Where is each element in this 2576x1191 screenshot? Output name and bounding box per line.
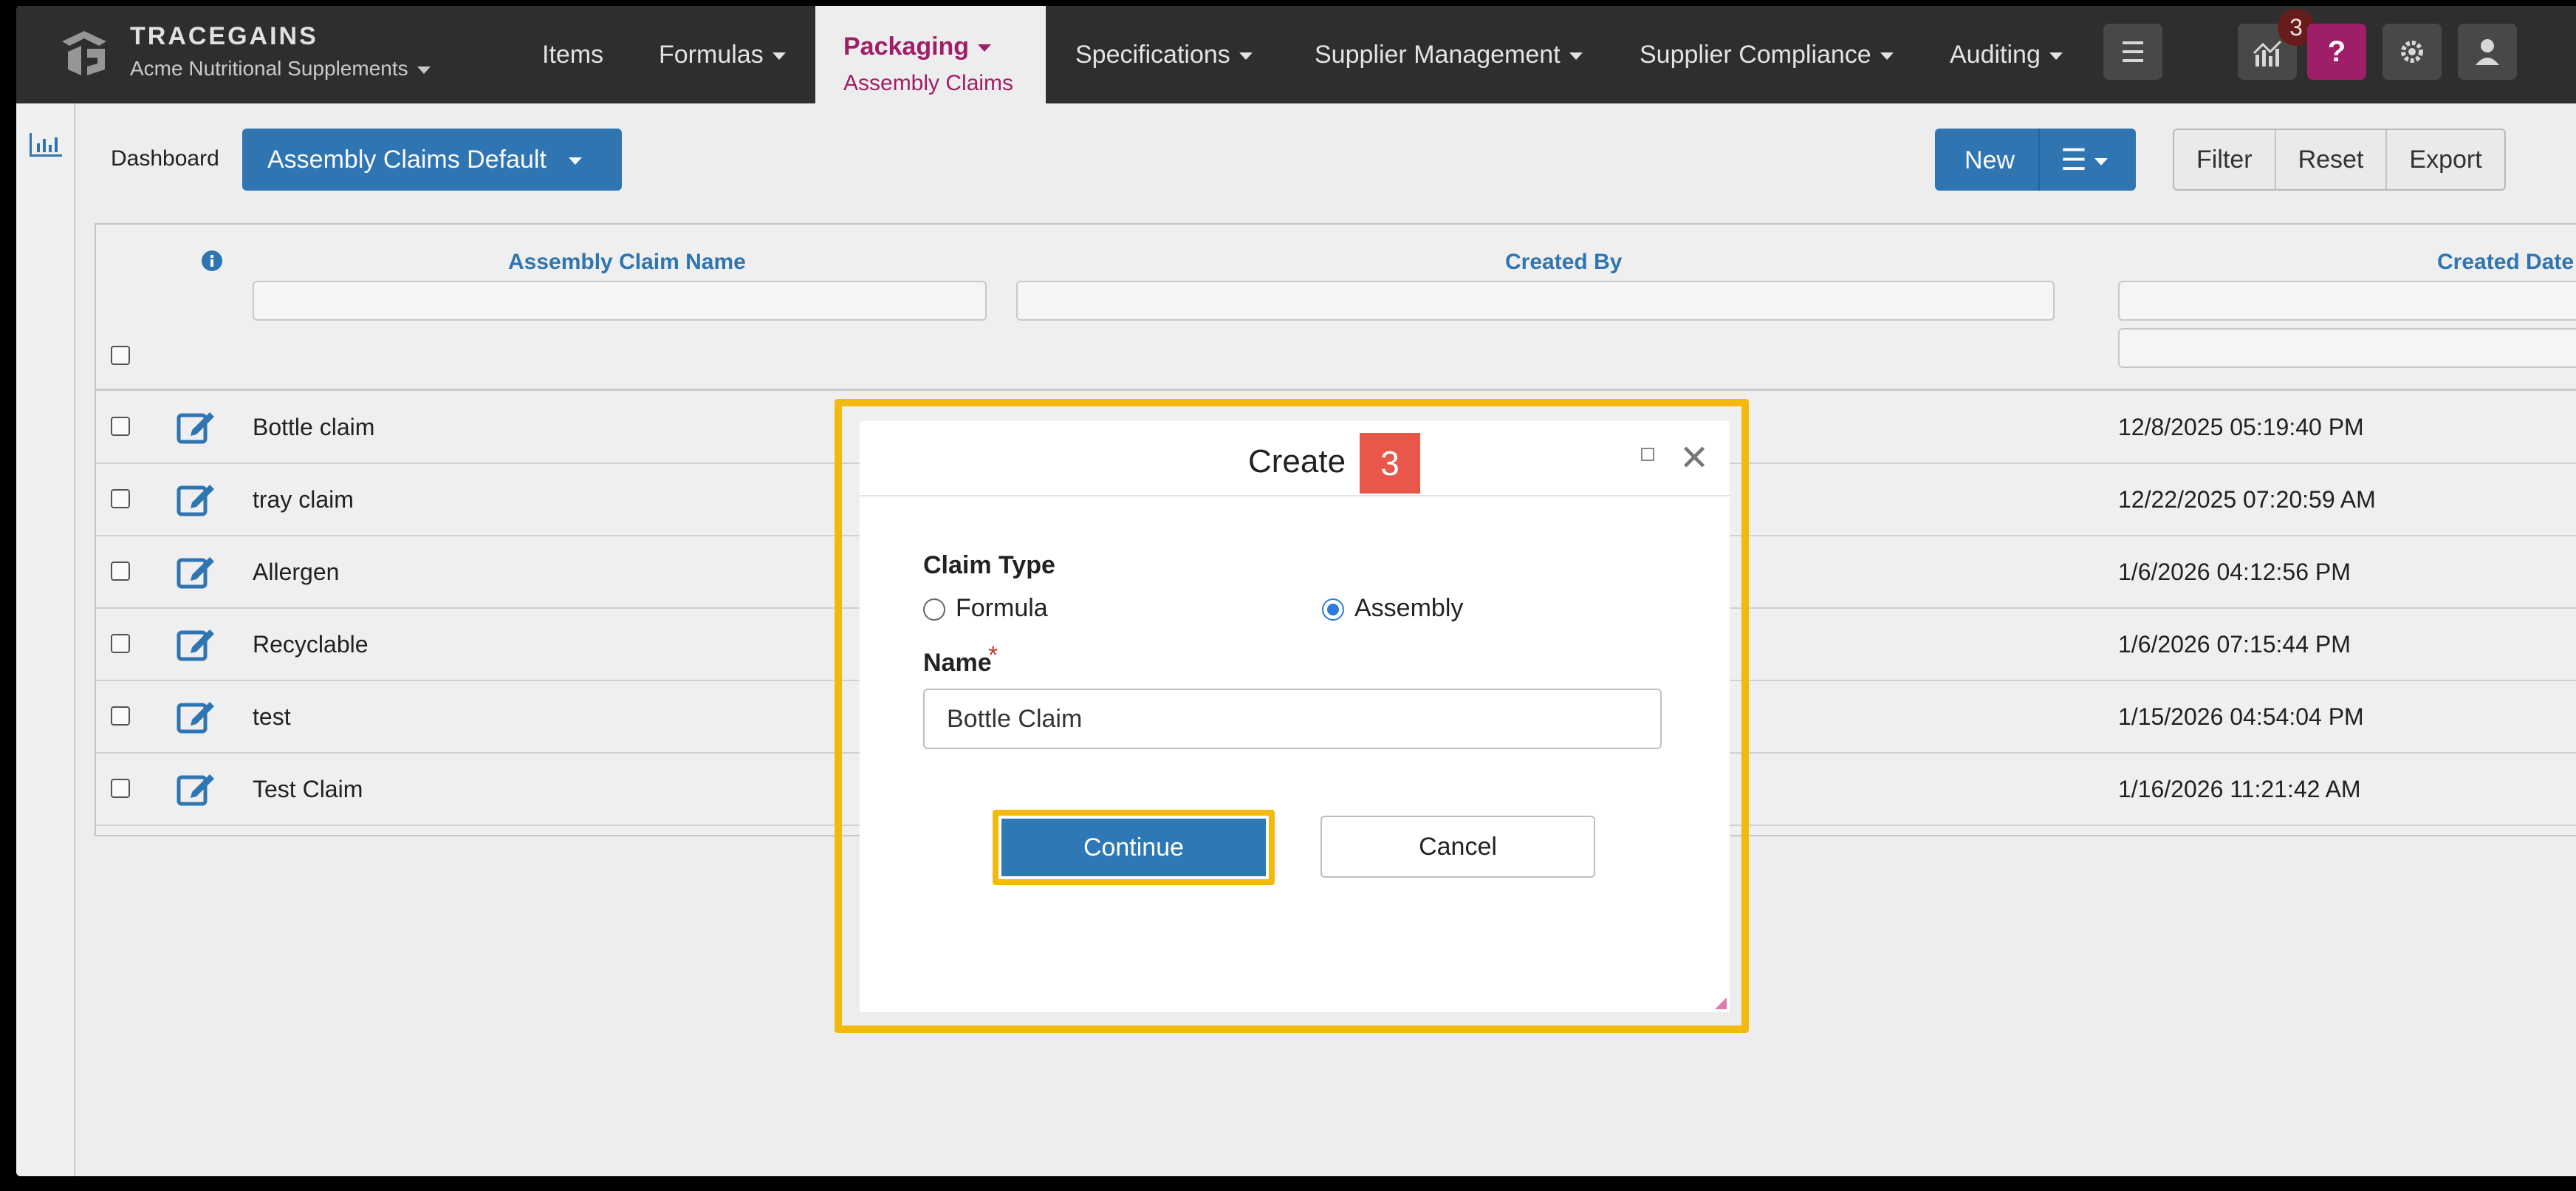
dialog-title: Create <box>1248 443 1346 480</box>
step-badge: 3 <box>1360 433 1420 494</box>
close-icon[interactable]: ✕ <box>1679 437 1709 479</box>
cancel-button[interactable]: Cancel <box>1320 816 1595 878</box>
name-input[interactable]: Bottle Claim <box>923 689 1662 749</box>
create-dialog: Create 3 ✕ Claim Type Formula Assembly N… <box>860 421 1730 1012</box>
continue-button[interactable]: Continue <box>1001 819 1266 876</box>
formula-radio-label[interactable]: Formula <box>956 594 1048 623</box>
dialog-header: Create 3 ✕ <box>860 421 1730 496</box>
app-window: TRACEGAINS Acme Nutritional Supplements … <box>16 6 2576 1176</box>
assembly-radio[interactable] <box>1322 598 1344 621</box>
assembly-radio-label[interactable]: Assembly <box>1354 594 1463 623</box>
required-indicator: * <box>988 641 998 669</box>
maximize-icon[interactable] <box>1641 448 1654 461</box>
claim-type-label: Claim Type <box>923 551 1055 579</box>
resize-handle[interactable] <box>1715 997 1727 1009</box>
formula-radio[interactable] <box>923 598 945 621</box>
name-label: Name <box>923 649 992 677</box>
